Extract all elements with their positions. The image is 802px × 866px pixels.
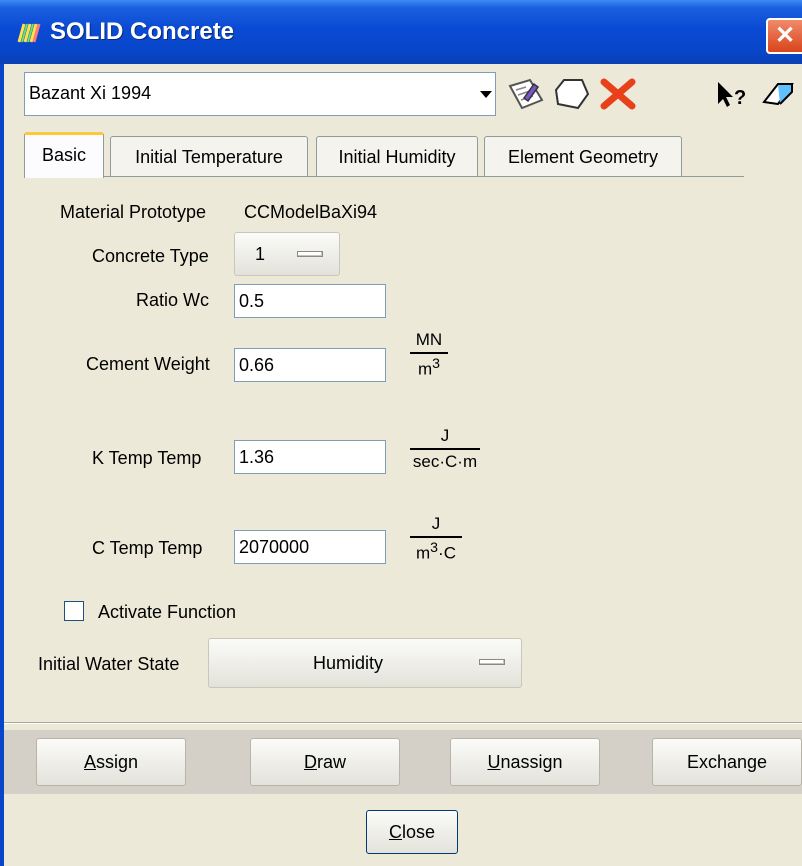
model-combobox-value: Bazant Xi 1994: [29, 83, 152, 103]
eraser-icon[interactable]: [758, 74, 798, 114]
solid-concrete-dialog: SOLID Concrete ✕ Bazant Xi 1994 ? Basic …: [0, 0, 802, 866]
k-temp-unit-denominator: sec·C·m: [412, 452, 478, 471]
concrete-type-dropdown[interactable]: 1: [234, 232, 340, 276]
tab-basic[interactable]: Basic: [24, 132, 104, 178]
tab-initial-temperature[interactable]: Initial Temperature: [110, 136, 308, 176]
initial-water-state-dropdown[interactable]: Humidity: [208, 638, 522, 688]
cement-weight-unit-numerator: MN: [410, 330, 448, 354]
initial-water-state-label: Initial Water State: [38, 654, 180, 674]
initial-water-state-value: Humidity: [313, 653, 384, 673]
c-temp-unit-numerator: J: [410, 514, 462, 538]
tab-element-geometry[interactable]: Element Geometry: [484, 136, 682, 176]
k-temp-unit-numerator: J: [410, 426, 480, 450]
activate-function-label[interactable]: Activate Function: [98, 602, 236, 623]
blank-tag-icon[interactable]: [550, 74, 594, 114]
c-temp-label: C Temp Temp: [92, 538, 203, 558]
tab-initial-humidity[interactable]: Initial Humidity: [316, 136, 478, 176]
divider: [4, 722, 802, 724]
draw-button[interactable]: Draw: [250, 738, 400, 786]
assign-button[interactable]: Assign: [36, 738, 186, 786]
model-combobox[interactable]: Bazant Xi 1994: [24, 72, 496, 116]
close-button[interactable]: Close: [366, 810, 458, 854]
edit-list-icon[interactable]: [504, 74, 548, 114]
unassign-button[interactable]: Unassign: [450, 738, 600, 786]
activate-function-checkbox[interactable]: [64, 601, 84, 621]
svg-text:?: ?: [734, 87, 746, 109]
cement-weight-unit: MN m3: [410, 330, 448, 380]
dropdown-indicator-icon: [479, 659, 505, 665]
c-temp-unit: J m3·C: [410, 514, 462, 564]
ratio-wc-label: Ratio Wc: [136, 290, 210, 310]
concrete-type-value: 1: [255, 244, 266, 264]
k-temp-input[interactable]: [234, 440, 386, 474]
window-close-icon[interactable]: ✕: [766, 18, 802, 54]
delete-x-icon[interactable]: [596, 74, 640, 114]
cement-weight-unit-denominator: m3: [417, 356, 441, 379]
help-pointer-icon[interactable]: ?: [712, 74, 752, 114]
k-temp-unit: J sec·C·m: [410, 426, 480, 472]
app-icon: [17, 23, 41, 43]
exchange-button[interactable]: Exchange: [652, 738, 802, 786]
c-temp-unit-denominator: m3·C: [416, 540, 456, 563]
ratio-wc-input[interactable]: [234, 284, 386, 318]
cement-weight-label: Cement Weight: [86, 354, 210, 374]
material-prototype-value: CCModelBaXi94: [244, 202, 378, 222]
concrete-type-label: Concrete Type: [92, 246, 209, 266]
window-title: SOLID Concrete: [50, 18, 235, 45]
c-temp-input[interactable]: [234, 530, 386, 564]
material-prototype-label: Material Prototype: [60, 202, 207, 222]
cement-weight-input[interactable]: [234, 348, 386, 382]
dropdown-indicator-icon: [297, 251, 323, 257]
k-temp-label: K Temp Temp: [92, 448, 202, 468]
dropdown-arrow-icon[interactable]: [474, 74, 498, 114]
